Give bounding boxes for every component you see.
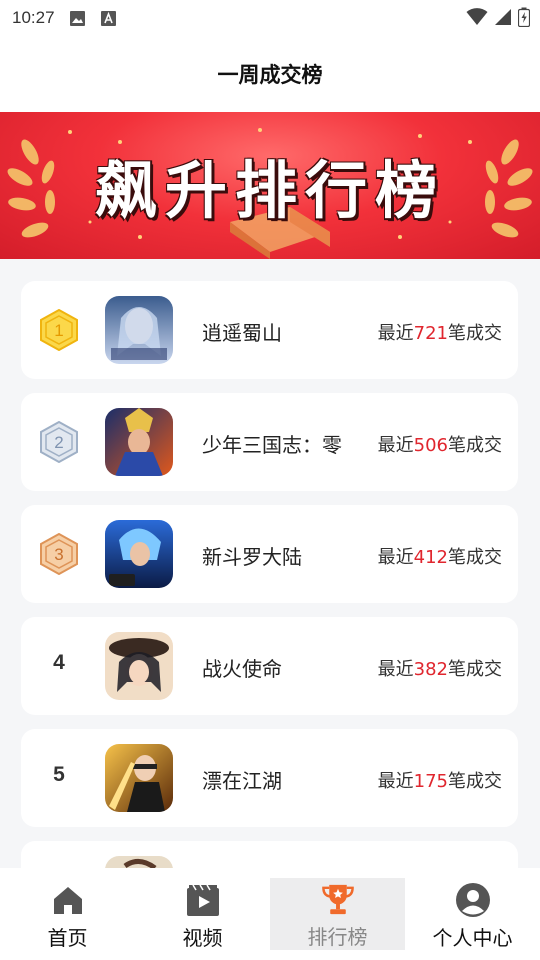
silver-medal-icon: 2 (40, 421, 78, 463)
tab-profile[interactable]: 个人中心 (405, 868, 540, 960)
rank-number: 5 (53, 763, 65, 786)
trade-count: 最近721笔成交 (377, 323, 502, 344)
home-icon (53, 887, 82, 914)
bronze-medal-icon: 3 (40, 533, 78, 575)
game-name: 战火使命 (202, 657, 282, 681)
game-name: 漂在江湖 (202, 769, 282, 793)
page-header: 一周成交榜 (0, 36, 540, 112)
ranking-item[interactable]: 2 少年三国志：零 最近506笔成交 (21, 393, 518, 491)
tab-label: 视频 (182, 926, 223, 950)
profile-icon (455, 883, 490, 917)
tab-label: 首页 (47, 926, 88, 950)
gold-medal-icon: 1 (40, 309, 78, 351)
game-icon-zhanhuo (105, 632, 173, 700)
tab-video[interactable]: 视频 (135, 868, 270, 960)
status-time: 10:27 (12, 8, 55, 27)
tab-ranking[interactable]: 排行榜 (270, 878, 405, 950)
trade-count: 最近506笔成交 (377, 435, 502, 456)
signal-icon (495, 9, 511, 25)
ranking-item[interactable]: 4 战火使命 最近382笔成交 (21, 617, 518, 715)
game-name: 少年三国志：零 (202, 433, 342, 457)
image-notification-icon (69, 10, 85, 26)
ranking-item[interactable]: 5 漂在江湖 最近175笔成交 (21, 729, 518, 827)
trade-count: 最近175笔成交 (377, 771, 502, 792)
rank-number: 4 (53, 651, 65, 674)
tab-label: 排行榜 (307, 925, 368, 949)
page-title: 一周成交榜 (217, 63, 323, 87)
banner-title: 飙升排行榜 (94, 154, 445, 227)
text-notification-icon (100, 10, 116, 26)
medal-rank: 1 (54, 321, 63, 340)
game-name: 新斗罗大陆 (202, 545, 302, 569)
wifi-icon (466, 8, 488, 25)
game-icon-piaozai (105, 744, 173, 812)
battery-icon (518, 7, 530, 27)
trade-count: 最近412笔成交 (377, 547, 502, 568)
game-name: 逍遥蜀山 (202, 321, 282, 345)
ranking-item[interactable]: 1 逍遥蜀山 最近721笔成交 (21, 281, 518, 379)
medal-rank: 2 (54, 433, 63, 452)
game-icon-xiaoyao (105, 296, 173, 364)
trophy-icon (321, 884, 354, 915)
game-icon-shaonian (105, 408, 173, 476)
bottom-tab-bar: 首页 视频 排行榜 个人中心 (0, 868, 540, 960)
ranking-item[interactable]: 3 新斗罗大陆 最近412笔成交 (21, 505, 518, 603)
medal-rank: 3 (54, 545, 63, 564)
ranking-banner: 飙升排行榜 (0, 112, 540, 259)
status-bar: 10:27 (0, 0, 540, 36)
video-icon (186, 884, 219, 916)
tab-label: 个人中心 (432, 926, 513, 950)
game-icon-douluo (105, 520, 173, 588)
trade-count: 最近382笔成交 (377, 659, 502, 680)
tab-home[interactable]: 首页 (0, 868, 135, 960)
